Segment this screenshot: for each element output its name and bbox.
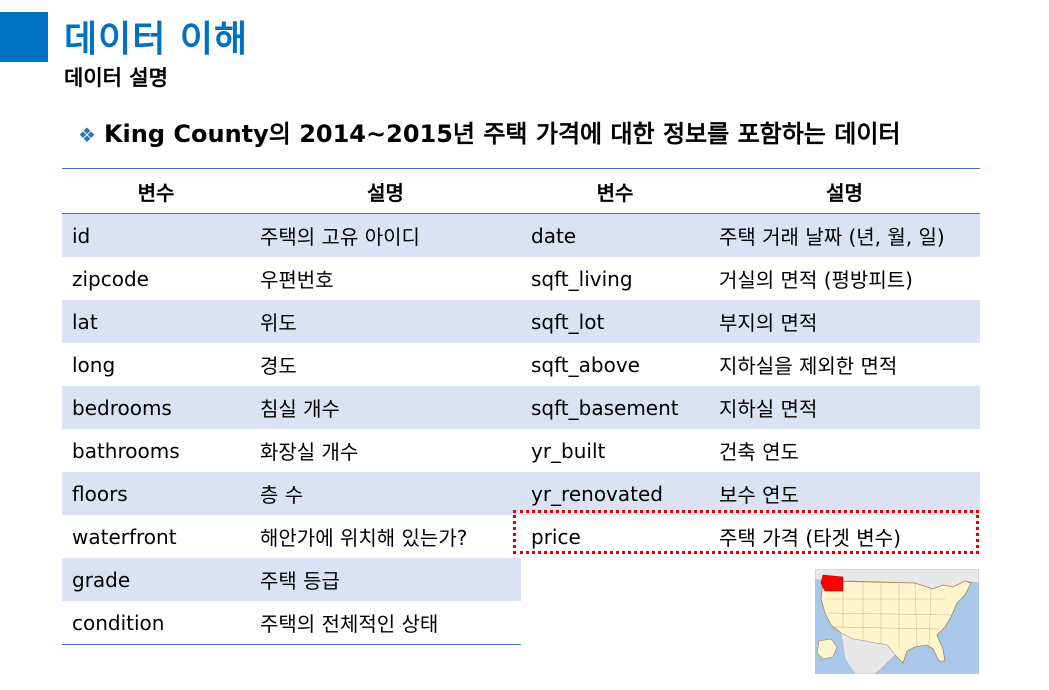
variable-cell: condition (62, 601, 250, 645)
variable-cell: lat (62, 300, 250, 343)
variable-cell: bathrooms (62, 429, 250, 472)
target-variable-highlight (513, 510, 979, 554)
header-description-2: 설명 (709, 168, 980, 214)
description-cell: 보수 연도 (709, 472, 980, 515)
header-variable-2: 변수 (521, 168, 709, 214)
description-cell: 우편번호 (250, 257, 521, 300)
description-cell: 해안가에 위치해 있는가? (250, 515, 521, 558)
description-cell: 경도 (250, 343, 521, 386)
description-cell: 화장실 개수 (250, 429, 521, 472)
variable-cell: sqft_lot (521, 300, 709, 343)
description-cell: 층 수 (250, 472, 521, 515)
description-cell: 부지의 면적 (709, 300, 980, 343)
description-cell: 주택의 고유 아이디 (250, 213, 521, 257)
title-accent-block (0, 12, 48, 62)
variable-cell: yr_renovated (521, 472, 709, 515)
variable-cell: zipcode (62, 257, 250, 300)
variable-cell: yr_built (521, 429, 709, 472)
description-cell: 주택 등급 (250, 558, 521, 601)
empty-cell (521, 558, 709, 601)
table-row: long 경도 sqft_above 지하실을 제외한 면적 (62, 343, 980, 386)
table-header-row: 변수 설명 변수 설명 (62, 168, 980, 214)
variable-cell: sqft_living (521, 257, 709, 300)
description-cell: 주택의 전체적인 상태 (250, 601, 521, 645)
empty-cell (521, 601, 709, 645)
variable-cell: date (521, 213, 709, 257)
variable-cell: sqft_basement (521, 386, 709, 429)
variable-cell: waterfront (62, 515, 250, 558)
description-cell: 거실의 면적 (평방피트) (709, 257, 980, 300)
table-row: floors 층 수 yr_renovated 보수 연도 (62, 472, 980, 515)
king-county-state-highlight (820, 574, 844, 592)
table-row: zipcode 우편번호 sqft_living 거실의 면적 (평방피트) (62, 257, 980, 300)
description-cell: 건축 연도 (709, 429, 980, 472)
description-cell: 침실 개수 (250, 386, 521, 429)
variable-cell: grade (62, 558, 250, 601)
variable-cell: sqft_above (521, 343, 709, 386)
description-cell: 주택 거래 날짜 (년, 월, 일) (709, 213, 980, 257)
variable-cell: id (62, 213, 250, 257)
header-variable-1: 변수 (62, 168, 250, 214)
description-cell: 지하실을 제외한 면적 (709, 343, 980, 386)
variable-cell: long (62, 343, 250, 386)
page-title: 데이터 이해 (64, 19, 249, 60)
headline-text: King County의 2014~2015년 주택 가격에 대한 정보를 포함… (103, 120, 901, 148)
table-row: id 주택의 고유 아이디 date 주택 거래 날짜 (년, 월, 일) (62, 213, 980, 257)
diamond-bullet-icon: ❖ (78, 123, 96, 147)
variable-cell: bedrooms (62, 386, 250, 429)
table-row: bathrooms 화장실 개수 yr_built 건축 연도 (62, 429, 980, 472)
section-subtitle: 데이터 설명 (64, 66, 168, 90)
headline: ❖ King County의 2014~2015년 주택 가격에 대한 정보를 포… (78, 114, 900, 149)
variable-cell: floors (62, 472, 250, 515)
table-row: bedrooms 침실 개수 sqft_basement 지하실 면적 (62, 386, 980, 429)
header-description-1: 설명 (250, 168, 521, 214)
description-cell: 위도 (250, 300, 521, 343)
table-row: lat 위도 sqft_lot 부지의 면적 (62, 300, 980, 343)
description-cell: 지하실 면적 (709, 386, 980, 429)
us-map-icon (815, 569, 979, 674)
